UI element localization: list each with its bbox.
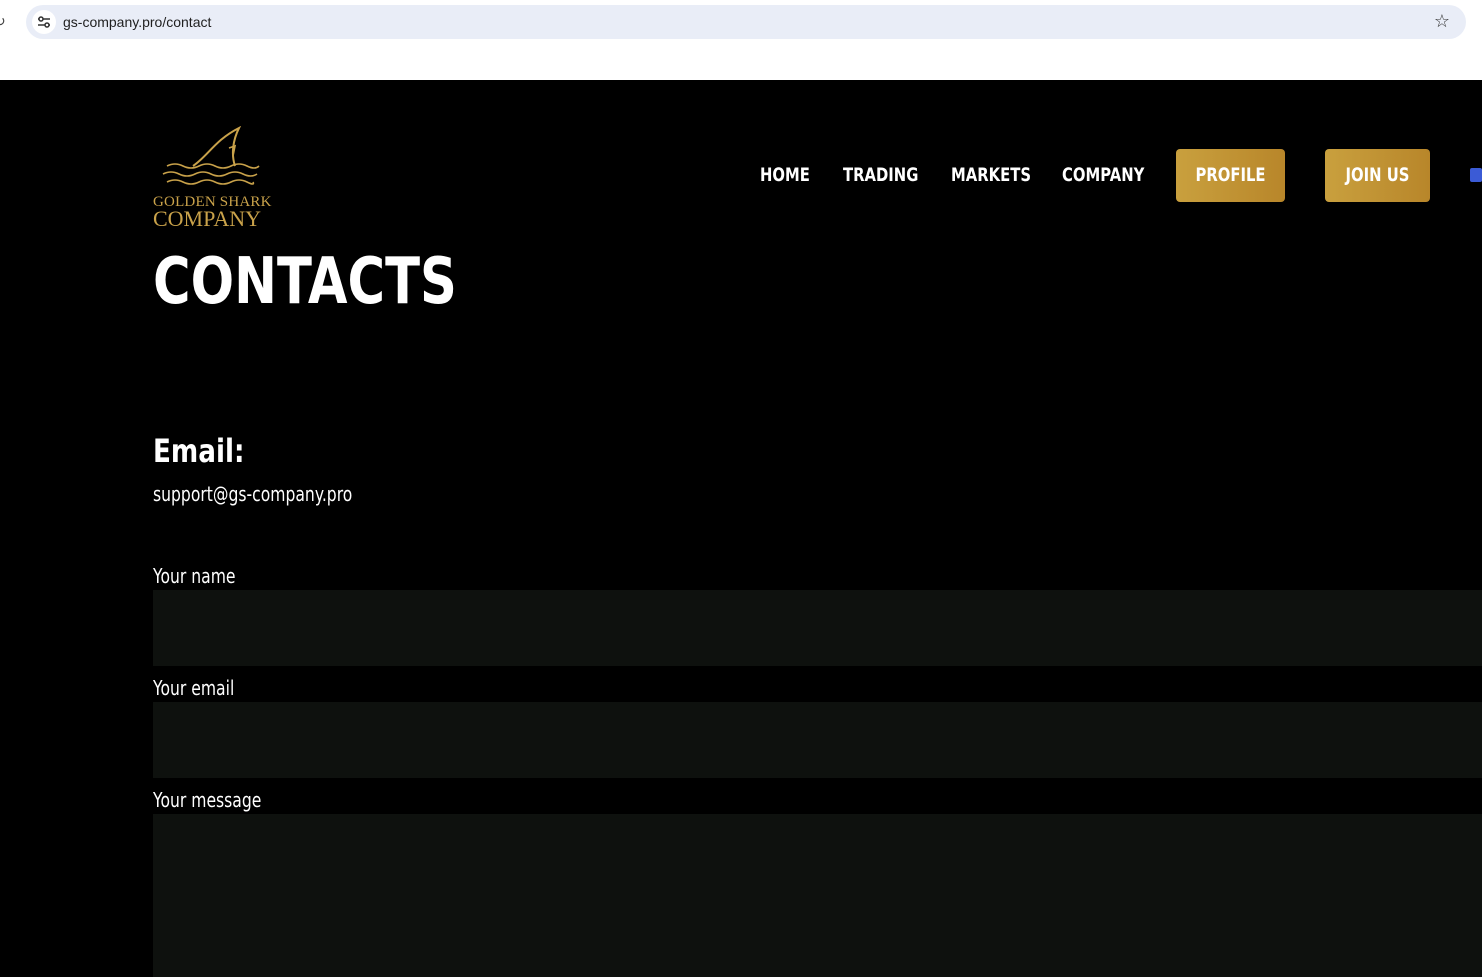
message-label: Your message — [153, 788, 262, 812]
join-us-button[interactable]: JOIN US — [1325, 149, 1430, 202]
email-label: Your email — [153, 676, 235, 700]
browser-toolbar: ↻ gs-company.pro/contact ☆ — [0, 0, 1482, 80]
profile-button-label: PROFILE — [1195, 164, 1266, 186]
url-text[interactable]: gs-company.pro/contact — [63, 5, 211, 39]
profile-button[interactable]: PROFILE — [1176, 149, 1285, 202]
nav-home[interactable]: HOME — [760, 149, 810, 202]
logo-text-line2: COMPANY — [153, 206, 262, 231]
email-heading: Email: — [153, 432, 245, 470]
site-settings-icon[interactable] — [32, 10, 56, 34]
name-label: Your name — [153, 564, 236, 588]
nav-trading[interactable]: TRADING — [843, 149, 918, 202]
address-bar[interactable]: gs-company.pro/contact ☆ — [26, 5, 1466, 39]
message-textarea[interactable] — [153, 814, 1482, 977]
shark-fin-icon — [162, 126, 260, 185]
reload-icon[interactable]: ↻ — [0, 12, 10, 32]
nav-markets[interactable]: MARKETS — [951, 149, 1031, 202]
page-body: GOLDEN SHARK COMPANY HOME TRADING MARKET… — [0, 80, 1482, 977]
company-logo[interactable]: GOLDEN SHARK COMPANY — [153, 126, 273, 231]
page-title: CONTACTS — [153, 245, 457, 319]
support-email-link[interactable]: support@gs-company.pro — [153, 480, 352, 508]
language-flag-icon[interactable] — [1470, 168, 1482, 182]
nav-company[interactable]: COMPANY — [1062, 149, 1144, 202]
join-us-button-label: JOIN US — [1345, 164, 1410, 186]
email-input[interactable] — [153, 702, 1482, 778]
name-input[interactable] — [153, 590, 1482, 666]
bookmark-star-icon[interactable]: ☆ — [1432, 12, 1452, 32]
